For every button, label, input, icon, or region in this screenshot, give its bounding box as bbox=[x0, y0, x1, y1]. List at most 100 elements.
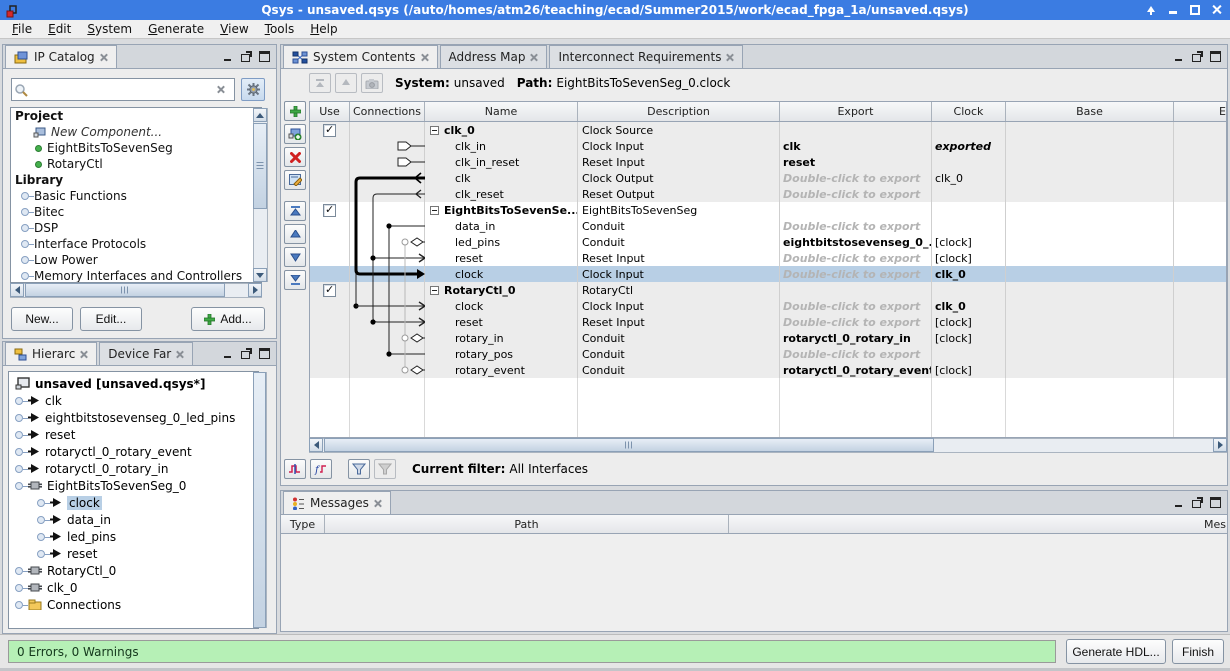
tab-system-contents[interactable]: System Contents bbox=[283, 45, 438, 68]
table-row[interactable]: clk_in Clock Input clk exported bbox=[310, 138, 1226, 154]
column-use[interactable]: Use bbox=[310, 102, 350, 121]
collapsed-node-icon[interactable] bbox=[37, 516, 45, 524]
tab-messages[interactable]: Messages bbox=[283, 491, 391, 514]
new-button[interactable]: New... bbox=[11, 307, 73, 331]
collapsed-node-icon[interactable] bbox=[15, 465, 23, 473]
collapsed-node-icon[interactable] bbox=[15, 601, 23, 609]
move-up-button[interactable] bbox=[284, 224, 306, 244]
tree-item-connections[interactable]: Connections bbox=[9, 596, 258, 613]
tree-item-module[interactable]: RotaryCtl_0 bbox=[9, 562, 258, 579]
panel-float-icon[interactable] bbox=[1192, 51, 1203, 62]
table-row[interactable]: RotaryCtl_0 RotaryCtl bbox=[310, 282, 1226, 298]
shade-window-icon[interactable] bbox=[1145, 4, 1157, 16]
add-component-button[interactable] bbox=[284, 101, 306, 121]
collapsed-node-icon[interactable] bbox=[21, 272, 29, 280]
column-end[interactable]: E bbox=[1174, 102, 1226, 121]
clear-search-icon[interactable] bbox=[217, 85, 225, 93]
tab-device-family[interactable]: Device Far bbox=[99, 342, 193, 365]
close-tab-icon[interactable] bbox=[421, 53, 429, 61]
panel-minimize-icon[interactable] bbox=[1174, 497, 1185, 508]
column-connections[interactable]: Connections bbox=[350, 102, 425, 121]
table-row[interactable]: rotary_in Conduit rotaryctl_0_rotary_in … bbox=[310, 330, 1226, 346]
maximize-window-icon[interactable] bbox=[1189, 4, 1201, 16]
menu-tools[interactable]: Tools bbox=[257, 21, 303, 37]
table-row[interactable]: clk_reset Reset Output Double-click to e… bbox=[310, 186, 1226, 202]
close-window-icon[interactable] bbox=[1211, 4, 1222, 15]
expanded-node-icon[interactable] bbox=[15, 482, 23, 490]
panel-float-icon[interactable] bbox=[1192, 497, 1203, 508]
tab-address-map[interactable]: Address Map bbox=[440, 45, 548, 68]
table-row[interactable]: clk_0 Clock Source bbox=[310, 122, 1226, 138]
use-checkbox[interactable] bbox=[323, 124, 336, 137]
table-row[interactable]: rotary_pos Conduit Double-click to expor… bbox=[310, 346, 1226, 362]
panel-minimize-icon[interactable] bbox=[223, 51, 234, 62]
close-tab-icon[interactable] bbox=[176, 350, 184, 358]
close-tab-icon[interactable] bbox=[374, 499, 382, 507]
column-export[interactable]: Export bbox=[780, 102, 932, 121]
ip-search-input[interactable] bbox=[11, 78, 235, 101]
tree-item-new-component[interactable]: New Component... bbox=[11, 124, 261, 140]
catalog-vertical-scrollbar[interactable] bbox=[253, 108, 268, 282]
collapsed-node-icon[interactable] bbox=[37, 550, 45, 558]
column-base[interactable]: Base bbox=[1006, 102, 1174, 121]
tree-root[interactable]: unsaved [unsaved.qsys*] bbox=[9, 375, 258, 392]
tree-item-interface[interactable]: reset bbox=[9, 545, 258, 562]
tree-item-component[interactable]: RotaryCtl bbox=[11, 156, 261, 172]
panel-minimize-icon[interactable] bbox=[223, 348, 234, 359]
collapsed-node-icon[interactable] bbox=[37, 499, 45, 507]
tree-item-interface[interactable]: rotaryctl_0_rotary_in bbox=[9, 460, 258, 477]
collapse-icon[interactable] bbox=[430, 206, 439, 215]
contents-horizontal-scrollbar[interactable] bbox=[309, 438, 1227, 453]
tree-item-component[interactable]: EightBitsToSevenSeg bbox=[11, 140, 261, 156]
panel-maximize-icon[interactable] bbox=[1210, 51, 1221, 62]
move-to-top-button[interactable] bbox=[284, 201, 306, 221]
table-row[interactable]: clk Clock Output Double-click to export … bbox=[310, 170, 1226, 186]
close-tab-icon[interactable] bbox=[530, 53, 538, 61]
panel-maximize-icon[interactable] bbox=[259, 51, 270, 62]
collapsed-node-icon[interactable] bbox=[15, 448, 23, 456]
tree-item-clock-selected[interactable]: clock bbox=[9, 494, 258, 511]
column-clock[interactable]: Clock bbox=[932, 102, 1006, 121]
table-row[interactable]: clk_in_reset Reset Input reset bbox=[310, 154, 1226, 170]
collapsed-node-icon[interactable] bbox=[21, 192, 29, 200]
move-to-bottom-button[interactable] bbox=[284, 270, 306, 290]
hierarchy-vertical-scrollbar[interactable] bbox=[253, 372, 267, 628]
clear-filter-button[interactable] bbox=[374, 459, 396, 479]
use-checkbox[interactable] bbox=[323, 284, 336, 297]
finish-button[interactable]: Finish bbox=[1172, 639, 1224, 664]
menu-generate[interactable]: Generate bbox=[140, 21, 212, 37]
close-tab-icon[interactable] bbox=[100, 53, 108, 61]
new-component-button[interactable] bbox=[284, 124, 306, 144]
tab-interconnect-requirements[interactable]: Interconnect Requirements bbox=[549, 45, 743, 68]
show-signals-button[interactable] bbox=[284, 459, 306, 479]
collapsed-node-icon[interactable] bbox=[21, 208, 29, 216]
collapse-icon[interactable] bbox=[430, 126, 439, 135]
catalog-settings-button[interactable] bbox=[241, 78, 265, 101]
generate-hdl-button[interactable]: Generate HDL... bbox=[1066, 639, 1166, 664]
panel-minimize-icon[interactable] bbox=[1174, 51, 1185, 62]
catalog-horizontal-scrollbar[interactable] bbox=[10, 283, 262, 298]
tab-hierarchy[interactable]: Hierarc bbox=[5, 342, 97, 365]
move-top-button[interactable] bbox=[309, 73, 331, 93]
collapsed-node-icon[interactable] bbox=[15, 584, 23, 592]
minimize-window-icon[interactable] bbox=[1167, 4, 1179, 16]
panel-maximize-icon[interactable] bbox=[1210, 497, 1221, 508]
use-checkbox[interactable] bbox=[323, 204, 336, 217]
column-message[interactable]: Mes bbox=[729, 515, 1227, 533]
menu-view[interactable]: View bbox=[212, 21, 256, 37]
tree-item-interface[interactable]: eightbitstosevenseg_0_led_pins bbox=[9, 409, 258, 426]
table-row[interactable]: reset Reset Input Double-click to export… bbox=[310, 314, 1226, 330]
tree-item-module[interactable]: clk_0 bbox=[9, 579, 258, 596]
table-row-selected[interactable]: clock Clock Input Double-click to export… bbox=[310, 266, 1226, 282]
menu-help[interactable]: Help bbox=[302, 21, 345, 37]
tree-item-interface[interactable]: rotaryctl_0_rotary_event bbox=[9, 443, 258, 460]
remove-button[interactable] bbox=[284, 147, 306, 167]
collapsed-node-icon[interactable] bbox=[15, 431, 23, 439]
tree-item-library[interactable]: DSP bbox=[11, 220, 261, 236]
tree-item-interface[interactable]: data_in bbox=[9, 511, 258, 528]
collapsed-node-icon[interactable] bbox=[21, 224, 29, 232]
edit-component-button[interactable] bbox=[284, 170, 306, 190]
close-tab-icon[interactable] bbox=[726, 53, 734, 61]
tree-item-module[interactable]: EightBitsToSevenSeg_0 bbox=[9, 477, 258, 494]
collapsed-node-icon[interactable] bbox=[15, 567, 23, 575]
